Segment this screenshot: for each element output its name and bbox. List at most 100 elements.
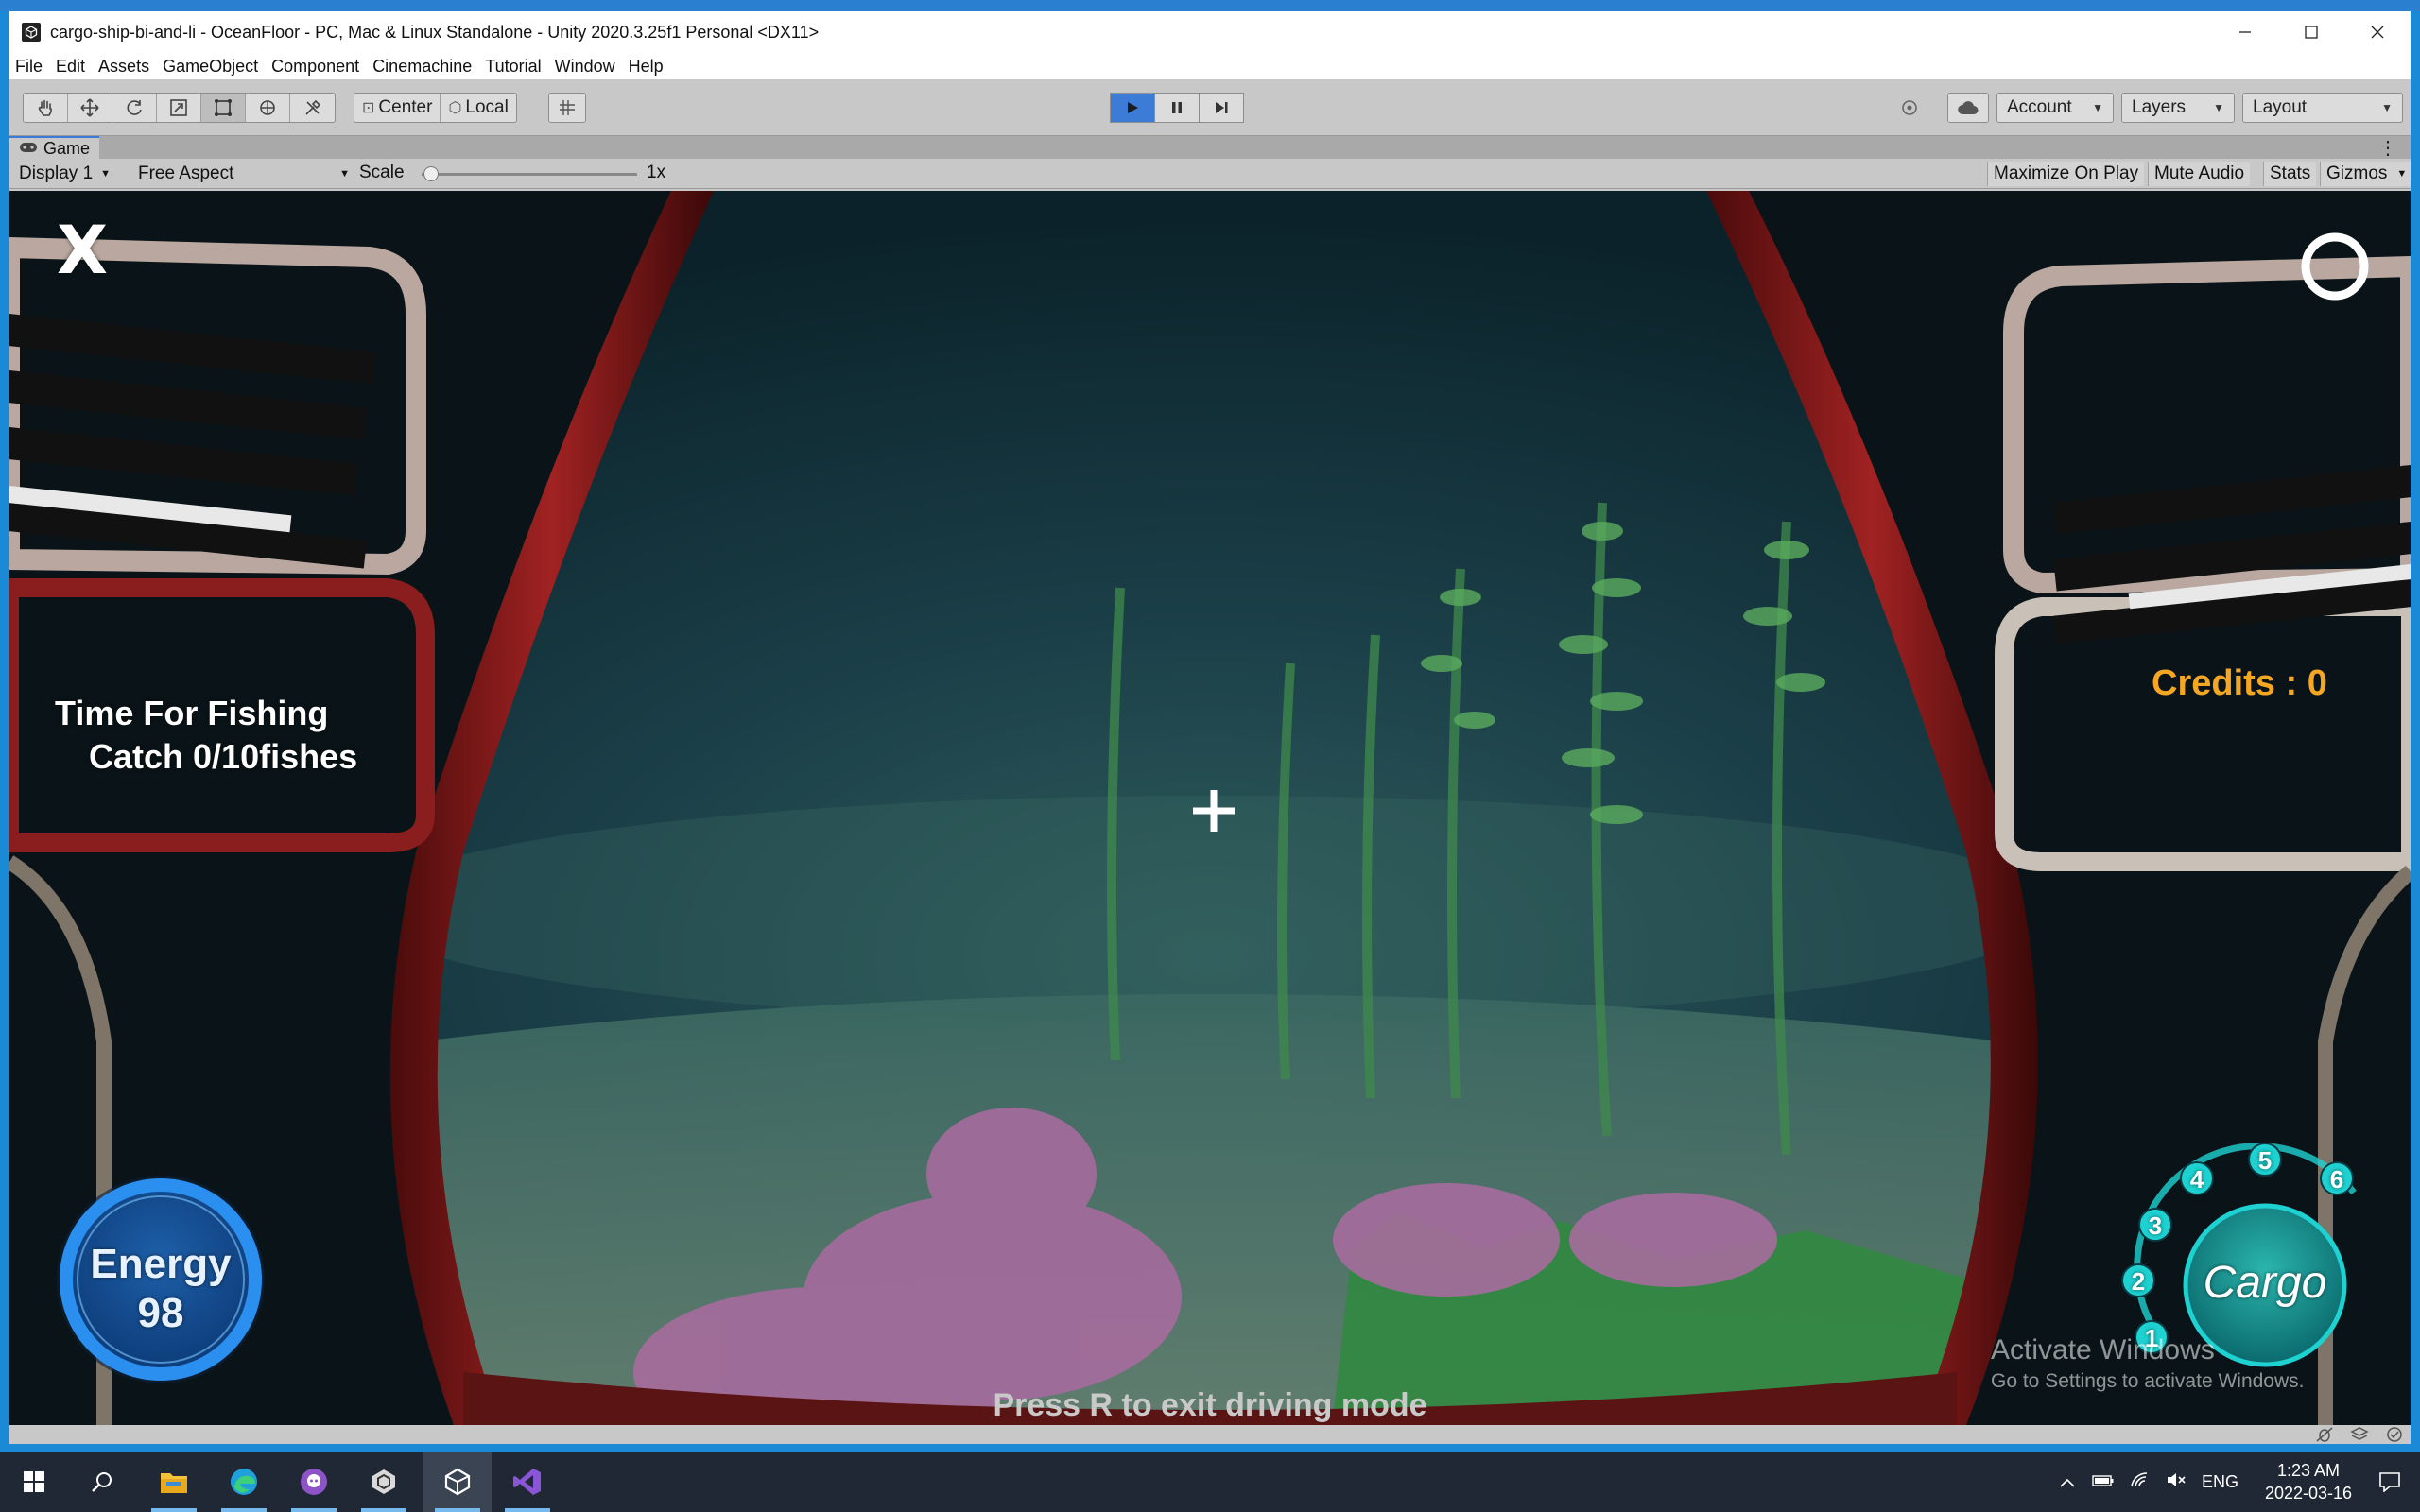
close-window-button[interactable] bbox=[2344, 11, 2411, 53]
unity-logo-icon bbox=[444, 1468, 471, 1496]
account-label: Account bbox=[2007, 97, 2072, 117]
notification-icon bbox=[2379, 1472, 2400, 1492]
custom-tool-button[interactable] bbox=[290, 94, 335, 122]
pivot-controls: ⊡ Center ⬡ Local bbox=[354, 93, 517, 123]
system-clock[interactable]: 1:23 AM 2022-03-16 bbox=[2252, 1459, 2365, 1504]
taskbar-visual-studio[interactable] bbox=[493, 1452, 562, 1512]
scale-tool-button[interactable] bbox=[157, 94, 201, 122]
unity-editor-window: cargo-ship-bi-and-li - OceanFloor - PC, … bbox=[9, 11, 2411, 1444]
collab-button[interactable] bbox=[1889, 93, 1930, 123]
taskbar-edge[interactable] bbox=[210, 1452, 278, 1512]
close-icon bbox=[2371, 26, 2384, 39]
game-tab-bar: Game ⋮ bbox=[9, 136, 2411, 159]
minimize-button[interactable] bbox=[2212, 11, 2278, 53]
language-indicator[interactable]: ENG bbox=[2202, 1472, 2238, 1492]
maximize-on-play-label: Maximize On Play bbox=[1994, 163, 2139, 183]
aspect-dropdown[interactable]: Free Aspect ▼ bbox=[132, 162, 355, 186]
taskbar-unity-editor[interactable] bbox=[424, 1452, 492, 1512]
menu-help[interactable]: Help bbox=[629, 57, 664, 77]
stats-toggle[interactable]: Stats bbox=[2263, 162, 2317, 186]
pivot-center-icon: ⊡ bbox=[362, 100, 375, 116]
pause-icon bbox=[1172, 102, 1182, 113]
minimize-icon bbox=[2239, 31, 2251, 33]
taskbar-github-desktop[interactable] bbox=[280, 1452, 348, 1512]
game-view-controls: Display 1 ▼ Free Aspect ▼ Scale 1x Maxim… bbox=[9, 159, 2411, 189]
move-tool-button[interactable] bbox=[68, 94, 112, 122]
menu-component[interactable]: Component bbox=[271, 57, 359, 77]
menu-gameobject[interactable]: GameObject bbox=[163, 57, 258, 77]
pivot-space-button[interactable]: ⬡ Local bbox=[441, 94, 515, 122]
wifi-icon[interactable] bbox=[2130, 1471, 2151, 1493]
battery-icon[interactable] bbox=[2092, 1472, 2115, 1492]
hud-circle-button[interactable] bbox=[2325, 238, 2344, 257]
hand-tool-button[interactable] bbox=[24, 94, 68, 122]
start-button[interactable] bbox=[0, 1452, 68, 1512]
layout-label: Layout bbox=[2253, 97, 2308, 117]
mute-audio-toggle[interactable]: Mute Audio bbox=[2148, 162, 2251, 186]
move-icon bbox=[80, 98, 99, 117]
tab-game[interactable]: Game bbox=[9, 136, 100, 159]
grid-snap-button[interactable] bbox=[548, 93, 586, 123]
taskbar-file-explorer[interactable] bbox=[140, 1452, 208, 1512]
maximize-button[interactable] bbox=[2278, 11, 2344, 53]
driving-mode-hint: Press R to exit driving mode bbox=[993, 1387, 1427, 1423]
unity-hub-icon bbox=[372, 1469, 395, 1494]
rect-icon bbox=[215, 99, 232, 116]
scale-icon bbox=[170, 99, 187, 116]
gizmos-dropdown[interactable]: Gizmos ▼ bbox=[2320, 162, 2411, 186]
account-dropdown[interactable]: Account ▼ bbox=[1996, 93, 2114, 123]
scale-slider-thumb[interactable] bbox=[424, 166, 439, 181]
check-icon[interactable] bbox=[2386, 1427, 2403, 1447]
cargo-slot-6[interactable]: 6 bbox=[2327, 1165, 2346, 1194]
layout-dropdown[interactable]: Layout ▼ bbox=[2242, 93, 2403, 123]
energy-value: 98 bbox=[137, 1290, 184, 1336]
bug-icon[interactable] bbox=[2316, 1427, 2333, 1447]
gamepad-icon bbox=[19, 139, 38, 159]
hud-close-button[interactable]: X bbox=[57, 212, 108, 289]
stats-label: Stats bbox=[2270, 163, 2311, 183]
search-button[interactable] bbox=[68, 1452, 136, 1512]
folder-icon bbox=[161, 1473, 187, 1493]
rotate-tool-button[interactable] bbox=[112, 94, 157, 122]
pause-button[interactable] bbox=[1154, 93, 1200, 123]
tools-icon bbox=[304, 99, 320, 115]
clock-time: 1:23 AM bbox=[2276, 1461, 2341, 1480]
chevron-down-icon: ▼ bbox=[2213, 101, 2224, 114]
menu-window[interactable]: Window bbox=[555, 57, 615, 77]
cargo-slot-4[interactable]: 4 bbox=[2187, 1165, 2206, 1194]
menu-bar: File Edit Assets GameObject Component Ci… bbox=[9, 53, 2411, 79]
cargo-slot-5[interactable]: 5 bbox=[2256, 1146, 2274, 1176]
cargo-slot-2[interactable]: 2 bbox=[2129, 1267, 2148, 1297]
windows-logo-icon bbox=[24, 1471, 44, 1492]
more-options-icon[interactable]: ⋮ bbox=[2378, 136, 2397, 160]
layers-dropdown[interactable]: Layers ▼ bbox=[2121, 93, 2235, 123]
notification-center-button[interactable] bbox=[2363, 1452, 2416, 1512]
menu-edit[interactable]: Edit bbox=[56, 57, 85, 77]
maximize-on-play-toggle[interactable]: Maximize On Play bbox=[1987, 162, 2145, 186]
layers-status-icon[interactable] bbox=[2350, 1427, 2369, 1447]
speaker-muted-icon[interactable] bbox=[2166, 1471, 2187, 1493]
objective-progress: Catch 0/10fishes bbox=[89, 737, 358, 776]
menu-tutorial[interactable]: Tutorial bbox=[485, 57, 541, 77]
menu-file[interactable]: File bbox=[15, 57, 43, 77]
pivot-mode-button[interactable]: ⊡ Center bbox=[354, 94, 441, 122]
play-button[interactable] bbox=[1110, 93, 1155, 123]
chevron-up-icon[interactable] bbox=[2060, 1472, 2075, 1492]
cargo-slot-3[interactable]: 3 bbox=[2146, 1211, 2165, 1241]
game-viewport[interactable]: X Time For Fishing Catch 0/10fishes Cred… bbox=[9, 191, 2411, 1425]
clock-date: 2022-03-16 bbox=[2264, 1484, 2353, 1503]
desktop-background bbox=[0, 0, 2420, 11]
scale-slider-track[interactable] bbox=[422, 173, 637, 176]
windows-taskbar: ENG 1:23 AM 2022-03-16 bbox=[0, 1452, 2420, 1512]
cloud-services-button[interactable] bbox=[1947, 93, 1989, 123]
step-button[interactable] bbox=[1199, 93, 1244, 123]
cargo-button[interactable]: Cargo bbox=[2189, 1257, 2341, 1309]
transform-tool-button[interactable] bbox=[246, 94, 290, 122]
transform-icon bbox=[260, 100, 275, 115]
display-dropdown[interactable]: Display 1 ▼ bbox=[13, 162, 125, 186]
menu-cinemachine[interactable]: Cinemachine bbox=[372, 57, 472, 77]
rect-tool-button[interactable] bbox=[201, 94, 246, 122]
menu-assets[interactable]: Assets bbox=[98, 57, 149, 77]
taskbar-unity-hub[interactable] bbox=[350, 1452, 418, 1512]
unity-logo-icon bbox=[22, 23, 41, 42]
